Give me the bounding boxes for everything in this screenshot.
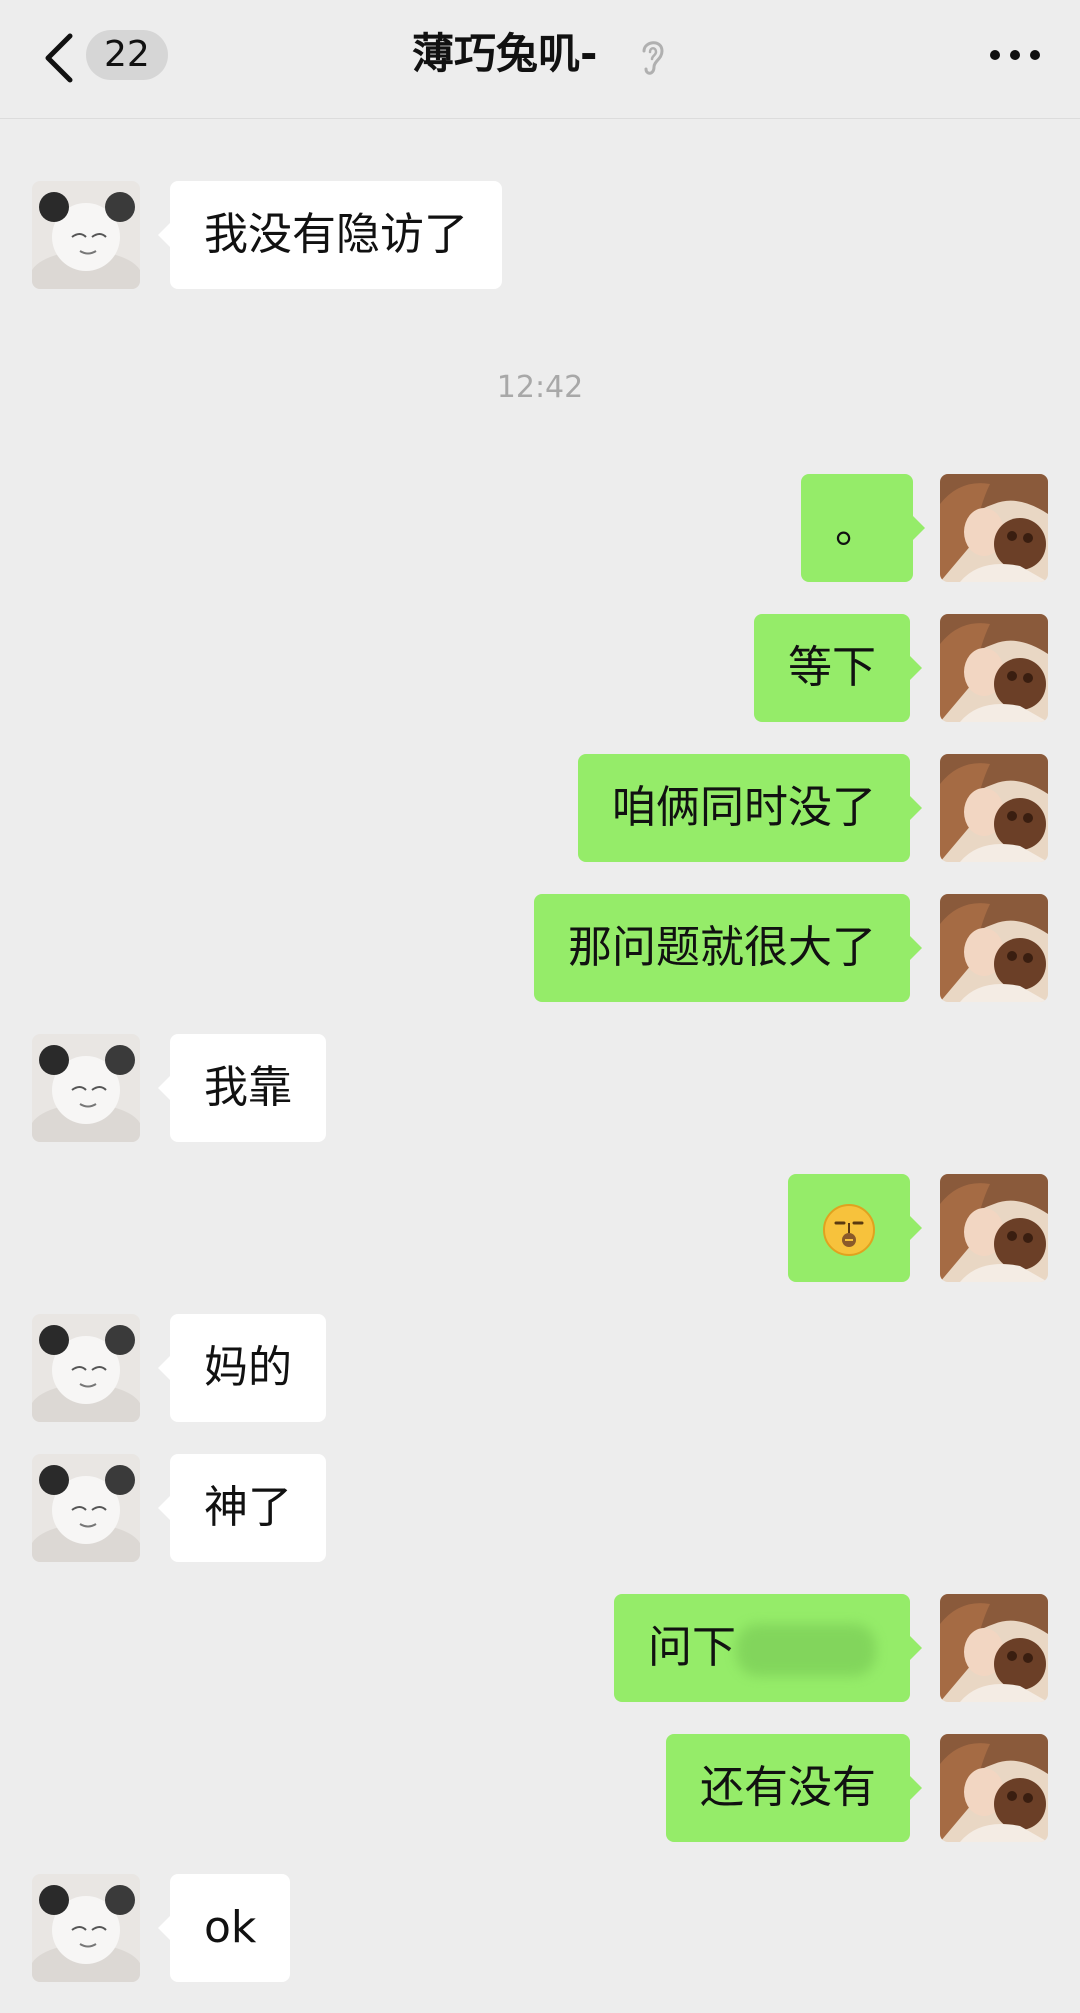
message-bubble[interactable]: ok (157, 1874, 291, 1982)
timestamp: 12:42 (496, 370, 584, 405)
message-row: 等下 (0, 614, 1080, 722)
chat-title-container[interactable]: 薄巧兔叽- (0, 26, 1080, 82)
contact-avatar[interactable] (32, 1034, 140, 1142)
more-dots-icon[interactable] (990, 48, 1040, 62)
my-avatar[interactable] (940, 1174, 1048, 1282)
message-bubble[interactable] (788, 1174, 922, 1282)
my-avatar[interactable] (940, 1734, 1048, 1842)
message-bubble[interactable]: 。 (801, 474, 925, 582)
contact-avatar[interactable] (32, 1874, 140, 1982)
message-row: 我没有隐访了 (0, 181, 1080, 289)
message-bubble[interactable]: 咱俩同时没了 (578, 754, 922, 862)
message-row: ok (0, 1874, 1080, 1982)
message-bubble[interactable]: 等下 (754, 614, 922, 722)
message-row: 我靠 (0, 1034, 1080, 1142)
message-bubble[interactable]: 神了 (158, 1454, 326, 1562)
chat-header: 22 薄巧兔叽- (0, 0, 1080, 119)
message-row: 妈的 (0, 1314, 1080, 1422)
message-text: 问下 (648, 1622, 736, 1673)
message-row (0, 1174, 1080, 1282)
redacted-blur (736, 1624, 876, 1676)
my-avatar[interactable] (940, 754, 1048, 862)
message-bubble[interactable]: 那问题就很大了 (534, 894, 922, 1002)
message-row: 那问题就很大了 (0, 894, 1080, 1002)
my-avatar[interactable] (940, 614, 1048, 722)
ear-icon (642, 40, 664, 75)
message-row: 神了 (0, 1454, 1080, 1562)
message-bubble[interactable]: 我没有隐访了 (158, 181, 502, 289)
contact-avatar[interactable] (32, 1454, 140, 1562)
chat-title: 薄巧兔叽- (411, 29, 598, 78)
message-row: 。 (0, 474, 1080, 582)
message-row: 咱俩同时没了 (0, 754, 1080, 862)
message-bubble[interactable]: 问下 (614, 1594, 922, 1702)
zipped-mouth-face-emoji-icon (823, 1204, 875, 1256)
contact-avatar[interactable] (32, 1314, 140, 1422)
message-row: 还有没有 (0, 1734, 1080, 1842)
contact-avatar[interactable] (32, 181, 140, 289)
my-avatar[interactable] (940, 474, 1048, 582)
message-row: 问下 (0, 1594, 1080, 1702)
message-bubble[interactable]: 我靠 (158, 1034, 326, 1142)
message-bubble[interactable]: 还有没有 (666, 1734, 922, 1842)
message-bubble[interactable]: 妈的 (158, 1314, 326, 1422)
my-avatar[interactable] (940, 1594, 1048, 1702)
my-avatar[interactable] (940, 894, 1048, 1002)
